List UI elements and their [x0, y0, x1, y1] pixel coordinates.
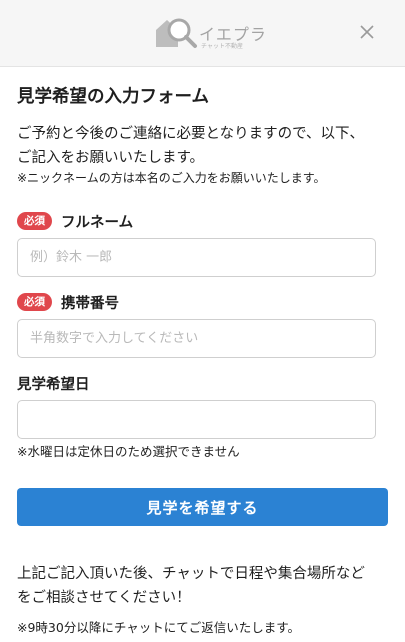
submit-button[interactable]: 見学を希望する	[17, 488, 388, 526]
required-badge: 必須	[17, 293, 52, 311]
fullname-input[interactable]	[17, 238, 376, 277]
close-button[interactable]	[356, 21, 378, 43]
reply-time-note: ※9時30分以降にチャットにてご返信いたします。	[17, 620, 300, 635]
after-line-1: 上記ご記入頂いた後、チャットで日程や集合場所など	[17, 566, 365, 582]
phone-label-row: 必須 携帯番号	[17, 291, 119, 313]
after-line-2: をご相談させてください！	[17, 590, 191, 606]
visit-date-input[interactable]	[17, 400, 376, 439]
fullname-label: フルネーム	[61, 214, 134, 231]
header-bar: イエプラ チャット不動産	[0, 0, 405, 67]
date-note: ※水曜日は定休日のため選択できません	[17, 444, 240, 459]
house-magnifier-icon	[156, 18, 197, 48]
logo-subtitle: チャット不動産	[201, 43, 243, 50]
logo: イエプラ チャット不動産	[153, 13, 266, 53]
intro-text: ご予約と今後のご連絡に必要となりますので、以下、 ご記入をお願いいたします。	[17, 122, 392, 170]
after-submit-text: 上記ご記入頂いた後、チャットで日程や集合場所など をご相談させてください！	[17, 562, 392, 610]
close-icon	[360, 25, 374, 39]
required-badge: 必須	[17, 212, 52, 230]
intro-line-2: ご記入をお願いいたします。	[17, 150, 205, 166]
form-title: 見学希望の入力フォーム	[17, 87, 209, 107]
form-content: 見学希望の入力フォーム ご予約と今後のご連絡に必要となりますので、以下、 ご記入…	[0, 67, 405, 642]
phone-input[interactable]	[17, 319, 376, 358]
visit-date-label-row: 見学希望日	[17, 372, 90, 394]
phone-label: 携帯番号	[61, 295, 119, 312]
fullname-label-row: 必須 フルネーム	[17, 210, 133, 232]
nickname-note: ※ニックネームの方は本名のご入力をお願いいたします。	[17, 171, 326, 185]
visit-date-label: 見学希望日	[17, 376, 90, 393]
intro-line-1: ご予約と今後のご連絡に必要となりますので、以下、	[17, 126, 364, 142]
